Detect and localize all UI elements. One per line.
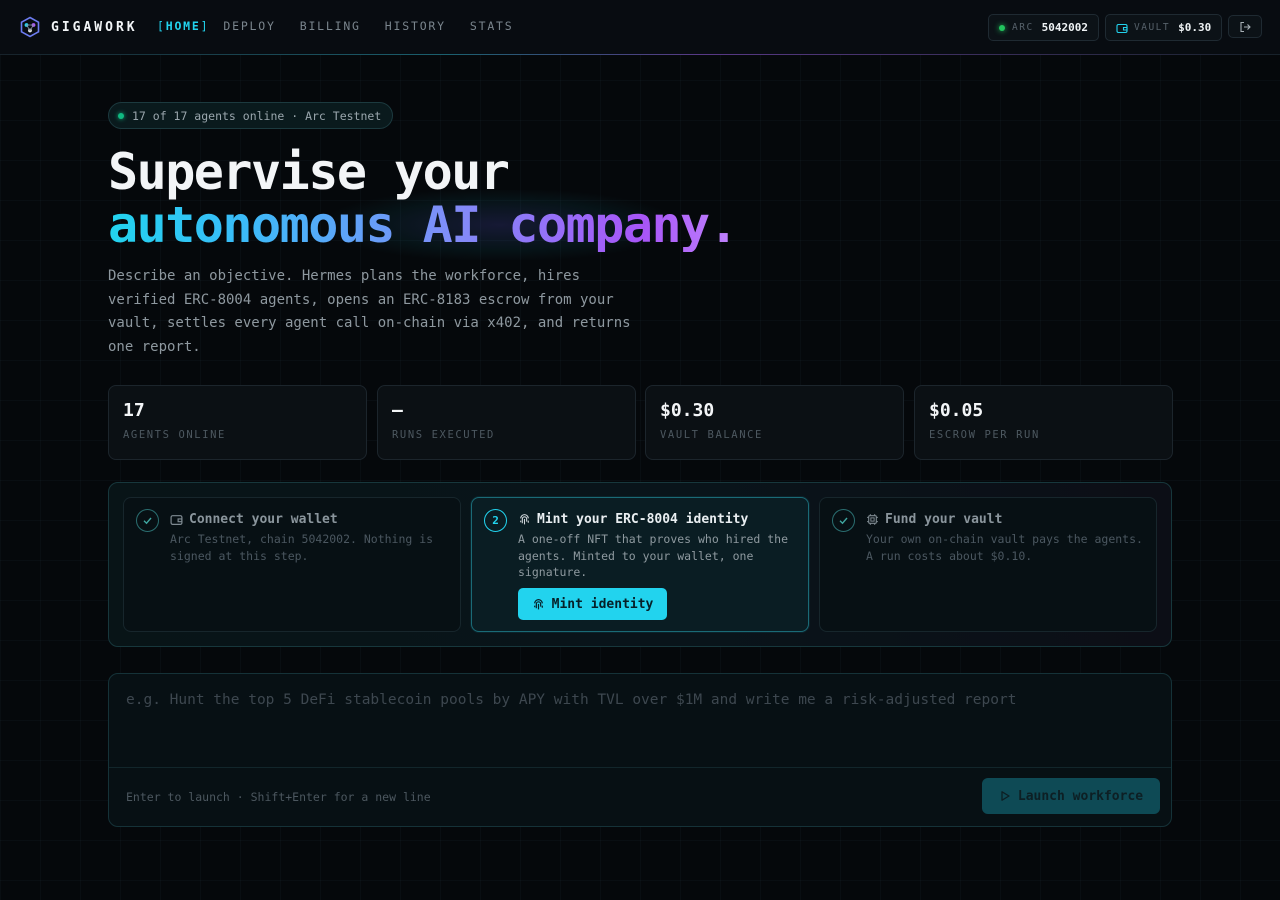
online-dot-icon [999, 24, 1005, 31]
fingerprint-icon [520, 514, 529, 525]
chip-icon [867, 514, 878, 525]
step-description: A one-off NFT that proves who hired the … [518, 532, 789, 579]
step-complete-badge [832, 509, 855, 532]
stat-value: — [392, 400, 403, 421]
network-pill[interactable]: ARC 5042002 [988, 14, 1100, 41]
agents-status-text: 17 of 17 agents online · Arc Testnet [132, 108, 382, 123]
agents-status-chip: 17 of 17 agents online · Arc Testnet [108, 102, 394, 129]
nav-item-home[interactable]: [HOME] [157, 19, 209, 33]
step-number-badge: 2 [484, 509, 507, 532]
network-label: ARC [1012, 22, 1034, 33]
stat-label: ESCROW PER RUN [929, 429, 1040, 441]
brand-logo[interactable]: GIGAWORK [19, 16, 138, 38]
step-title: Fund your vault [866, 512, 1002, 527]
brand-name: GIGAWORK [51, 19, 138, 35]
nav-item-billing[interactable]: BILLING [300, 19, 361, 33]
step-title-text: Mint your ERC-8004 identity [537, 512, 749, 527]
page-title: Supervise your autonomous AI company. [108, 143, 739, 254]
vault-balance: $0.30 [1178, 21, 1212, 34]
headline-line-1: Supervise your [108, 143, 510, 201]
step-title: Mint your ERC-8004 identity [518, 512, 748, 527]
wallet-icon [1116, 23, 1128, 33]
objective-composer: Enter to launch · Shift+Enter for a new … [108, 673, 1172, 827]
nav-bracket-open: [ [157, 19, 166, 33]
stat-label: RUNS EXECUTED [392, 429, 495, 441]
launch-workforce-label: Launch workforce [1017, 788, 1144, 804]
logout-icon [1240, 21, 1251, 32]
stat-card-agents-online: 17 AGENTS ONLINE [108, 385, 367, 460]
stat-value: 17 [123, 400, 145, 421]
play-icon [1001, 791, 1010, 801]
top-bar: GIGAWORK [HOME] DEPLOY BILLING HISTORY S… [0, 0, 1280, 55]
main-nav: [HOME] DEPLOY BILLING HISTORY STATS [157, 19, 538, 33]
fingerprint-icon [533, 598, 543, 609]
online-dot-icon [118, 112, 124, 119]
nav-bracket-close: ] [200, 19, 210, 33]
composer-hint: Enter to launch · Shift+Enter for a new … [126, 790, 431, 804]
hero-description: Describe an objective. Hermes plans the … [108, 268, 631, 356]
top-bar-accent-line [0, 54, 1280, 55]
nav-item-deploy[interactable]: DEPLOY [223, 19, 275, 33]
stat-label: VAULT BALANCE [660, 429, 763, 441]
step-title-text: Fund your vault [885, 512, 1003, 527]
step-title-text: Connect your wallet [189, 512, 338, 527]
stat-value: $0.30 [660, 400, 715, 421]
nav-item-home-label: HOME [165, 19, 201, 33]
vault-label: VAULT [1134, 22, 1171, 33]
check-icon [143, 517, 152, 525]
mint-identity-button[interactable]: Mint identity [518, 588, 667, 620]
step-description: Your own on-chain vault pays the agents.… [866, 532, 1143, 563]
stat-label: AGENTS ONLINE [123, 429, 226, 441]
step-mint-identity: 2 Mint your ERC-8004 identity A one-off … [471, 497, 809, 632]
check-icon [839, 517, 848, 525]
logout-button[interactable] [1228, 15, 1262, 38]
stat-card-runs-executed: — RUNS EXECUTED [377, 385, 636, 460]
step-title: Connect your wallet [170, 512, 338, 527]
headline-line-2: autonomous AI company. [108, 196, 739, 254]
nav-item-stats[interactable]: STATS [470, 19, 514, 33]
hexagon-logo-icon [20, 16, 40, 38]
stat-card-vault-balance: $0.30 VAULT BALANCE [645, 385, 904, 460]
nav-item-history[interactable]: HISTORY [385, 19, 446, 33]
stat-card-escrow-per-run: $0.05 ESCROW PER RUN [914, 385, 1173, 460]
stat-value: $0.05 [929, 400, 984, 421]
composer-divider [109, 767, 1171, 768]
step-description: Arc Testnet, chain 5042002. Nothing is s… [170, 532, 434, 563]
vault-pill[interactable]: VAULT $0.30 [1105, 14, 1223, 41]
network-chain-id: 5042002 [1041, 21, 1089, 34]
launch-workforce-button[interactable]: Launch workforce [982, 778, 1160, 814]
onboarding-steps: Connect your wallet Arc Testnet, chain 5… [108, 482, 1172, 647]
step-complete-badge [136, 509, 159, 532]
step-fund-vault: Fund your vault Your own on-chain vault … [819, 497, 1157, 632]
step-connect-wallet: Connect your wallet Arc Testnet, chain 5… [123, 497, 461, 632]
wallet-icon [170, 515, 183, 525]
objective-input[interactable] [109, 674, 1171, 767]
mint-identity-label: Mint identity [551, 596, 654, 612]
